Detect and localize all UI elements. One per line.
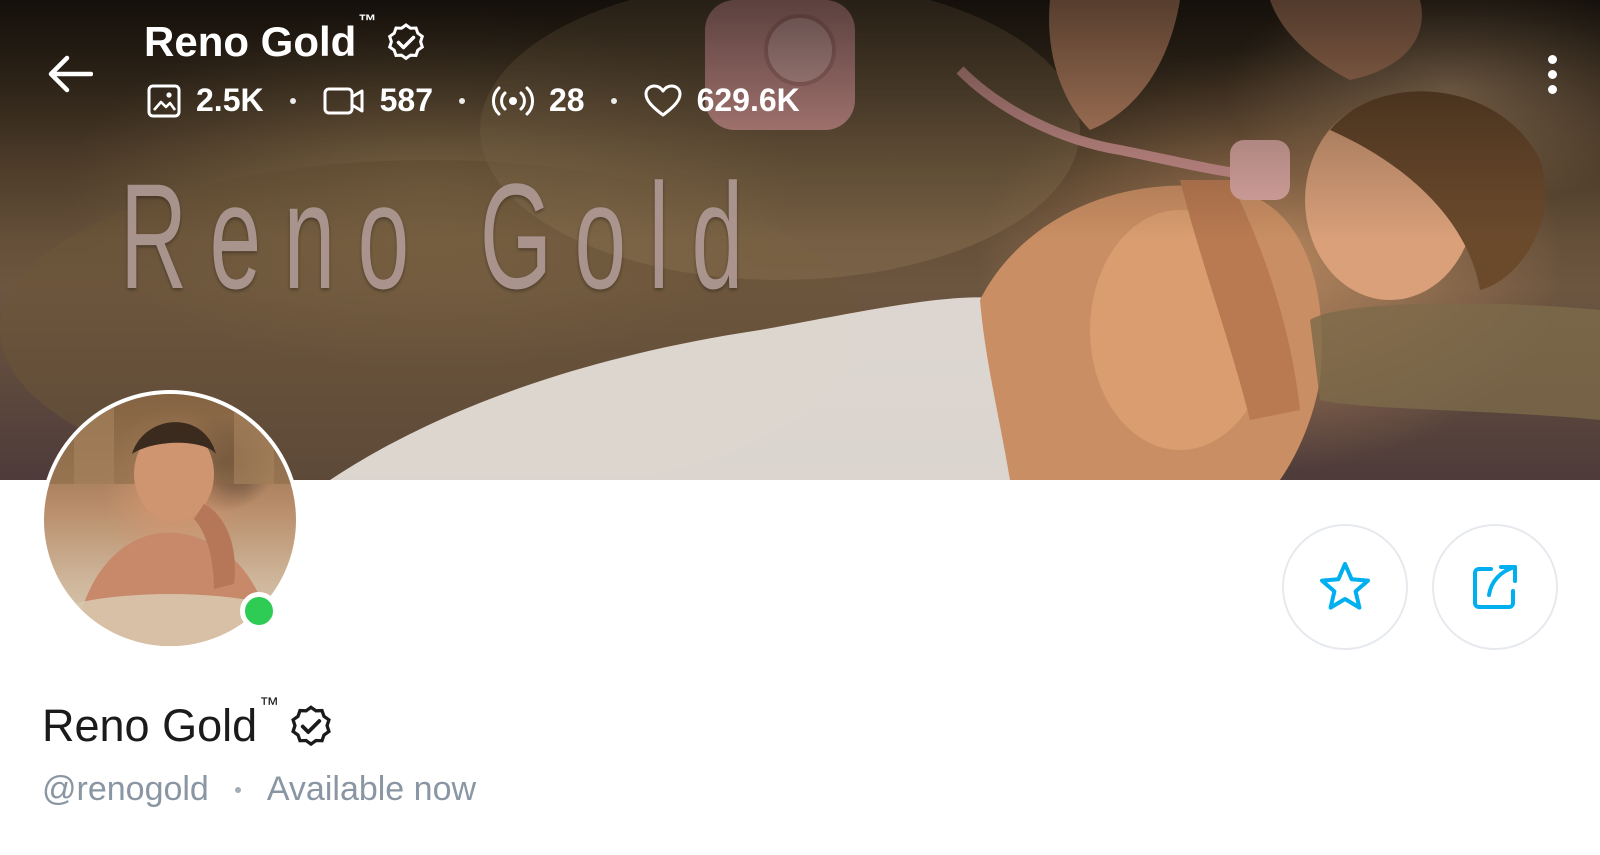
profile-name: Reno Gold ™ — [42, 694, 333, 752]
online-status-indicator — [240, 592, 278, 630]
share-icon — [1473, 565, 1517, 609]
video-icon — [323, 87, 364, 114]
verified-badge-icon — [291, 705, 332, 747]
image-icon — [147, 84, 181, 117]
subline-separator — [234, 786, 241, 793]
share-button[interactable] — [1432, 524, 1558, 650]
back-button[interactable] — [40, 44, 100, 104]
stat-separator — [610, 97, 617, 104]
more-dot — [1547, 54, 1557, 64]
verified-badge-icon — [388, 23, 425, 61]
profile-subline: @renogold Available now — [42, 770, 476, 809]
more-options-button[interactable] — [1536, 46, 1568, 102]
stat-videos: 587 — [322, 82, 433, 119]
profile-name-text: Reno Gold — [42, 700, 258, 751]
live-stream-icon — [492, 86, 534, 115]
stat-photos: 2.5K — [146, 82, 264, 119]
header-name: Reno Gold — [144, 18, 357, 65]
availability-status: Available now — [266, 770, 477, 808]
header-trademark: ™ — [358, 11, 377, 31]
header-title: Reno Gold ™ — [144, 11, 426, 66]
username: @renogold — [42, 770, 209, 808]
stat-separator — [289, 97, 296, 104]
arrow-left-icon — [48, 55, 93, 93]
stat-separator — [458, 97, 465, 104]
star-icon — [1320, 562, 1370, 610]
more-dot — [1547, 84, 1557, 94]
stat-streams-value: 28 — [548, 82, 585, 118]
stat-videos-value: 587 — [379, 82, 433, 118]
heart-icon — [644, 84, 682, 116]
stat-streams: 28 — [491, 82, 585, 119]
more-dot — [1547, 69, 1557, 79]
stat-likes-value: 629.6K — [696, 82, 800, 118]
stat-photos-value: 2.5K — [196, 82, 264, 118]
header-stats: 2.5K 587 28 629.6K — [146, 82, 800, 119]
profile-trademark: ™ — [259, 694, 280, 716]
stat-likes: 629.6K — [643, 82, 800, 119]
add-to-favorites-button[interactable] — [1282, 524, 1408, 650]
cover-watermark: Reno Gold — [120, 152, 766, 320]
